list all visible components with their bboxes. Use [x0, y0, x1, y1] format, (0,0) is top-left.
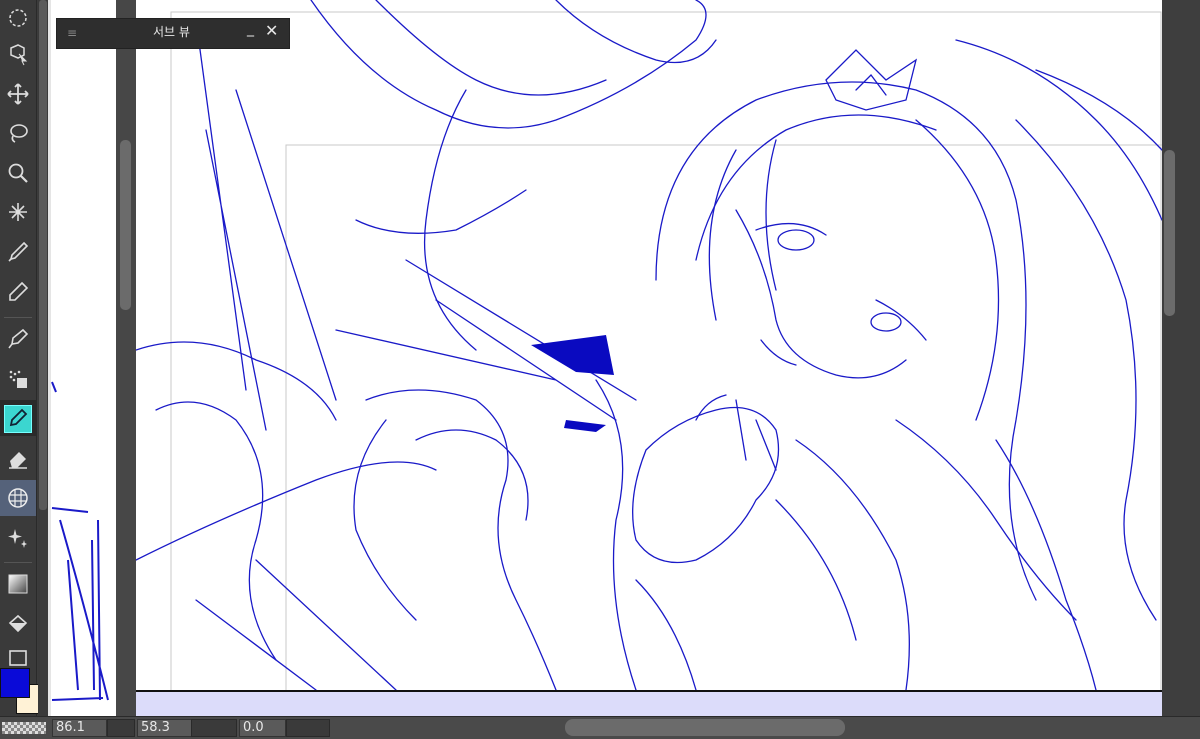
brush-active-icon[interactable]	[0, 400, 36, 436]
drawing-canvas[interactable]	[136, 0, 1162, 716]
status-bar: 86.1 58.3 0.0	[0, 716, 1200, 739]
tool-palette	[0, 0, 37, 716]
toolbar-divider	[4, 562, 32, 563]
fill-bucket-icon[interactable]	[0, 606, 36, 642]
ruler-grid-icon[interactable]	[0, 480, 36, 516]
horizontal-scrollbar-thumb[interactable]	[565, 719, 845, 736]
menu-icon[interactable]: ≡	[67, 26, 77, 40]
airbrush-icon[interactable]	[0, 361, 36, 397]
angle-slider[interactable]	[191, 719, 237, 737]
eyedropper-icon[interactable]	[0, 234, 36, 270]
tool-palette-scrollbar[interactable]	[38, 0, 48, 716]
toolbar-divider	[4, 317, 32, 318]
vertical-scrollbar[interactable]	[1162, 0, 1200, 716]
rotate-slider[interactable]	[286, 719, 330, 737]
pen-icon[interactable]	[0, 274, 36, 310]
eraser-icon[interactable]	[0, 440, 36, 476]
close-icon[interactable]: ✕	[265, 21, 278, 40]
rectangle-icon[interactable]	[0, 644, 36, 666]
angle-field[interactable]: 58.3	[137, 719, 192, 737]
lasso-icon[interactable]	[0, 115, 36, 151]
minimize-icon[interactable]: _	[247, 21, 254, 37]
scrollbar-thumb[interactable]	[120, 140, 131, 310]
zoom-field[interactable]: 86.1	[52, 719, 107, 737]
fountain-pen-icon[interactable]	[0, 321, 36, 357]
vertical-gutter-scrollbar[interactable]	[116, 0, 136, 716]
zoom-slider[interactable]	[107, 719, 135, 737]
magic-wand-icon[interactable]	[0, 194, 36, 230]
gradient-icon[interactable]	[0, 566, 36, 602]
move-icon[interactable]	[0, 76, 36, 112]
lineart-drawing	[136, 0, 1162, 706]
rotate-icon[interactable]	[0, 0, 36, 36]
sub-view-palette[interactable]: ≡ 서브 뷰 _ ✕	[56, 18, 290, 49]
transparency-icon	[2, 722, 46, 734]
object-select-icon[interactable]	[0, 36, 36, 72]
scrollbar-thumb[interactable]	[39, 0, 47, 510]
page-preview-strip	[48, 0, 116, 716]
main-color-swatch[interactable]	[0, 668, 30, 698]
sparkle-icon[interactable]	[0, 520, 36, 556]
palette-title: 서브 뷰	[153, 25, 190, 39]
scrollbar-thumb[interactable]	[1164, 150, 1175, 316]
canvas-bottom-margin	[136, 690, 1162, 716]
rotate-field[interactable]: 0.0	[239, 719, 286, 737]
zoom-icon[interactable]	[0, 155, 36, 191]
panel-edge	[48, 0, 51, 716]
page-edge-lineart	[51, 381, 109, 701]
